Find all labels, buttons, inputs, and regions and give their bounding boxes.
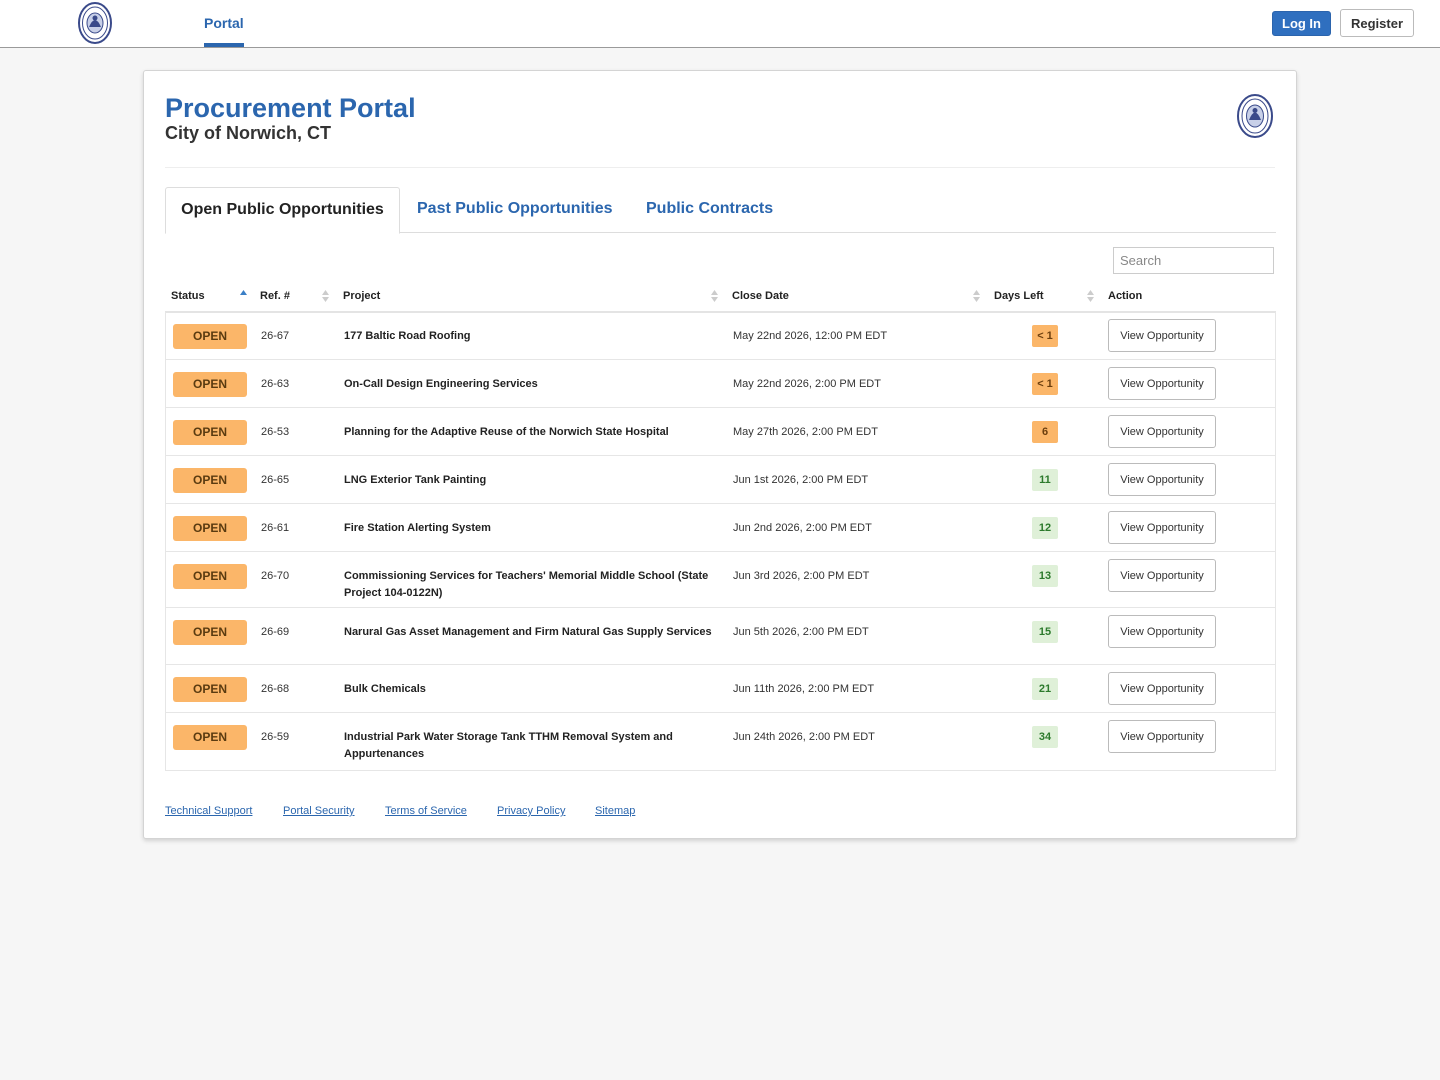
project-name: Bulk Chemicals [344,683,426,695]
status-badge: OPEN [173,564,247,589]
sort-arrows-icon[interactable] [711,289,718,303]
view-opportunity-button[interactable]: View Opportunity [1108,367,1216,400]
project-name: Industrial Park Water Storage Tank TTHM … [344,731,673,760]
column-header-days-left[interactable]: Days Left [994,281,1044,311]
ref-number: 26-61 [261,522,290,534]
ref-number: 26-59 [261,731,290,743]
search-input[interactable] [1113,247,1274,274]
opportunities-table: OPEN 26-67 177 Baltic Road Roofing May 2… [165,312,1276,771]
project-name: Planning for the Adaptive Reuse of the N… [344,426,669,438]
nav-portal-link[interactable]: Portal [204,0,244,47]
project-name: LNG Exterior Tank Painting [344,474,487,486]
days-left-badge: 13 [1032,565,1058,587]
table-row: OPEN 26-61 Fire Station Alerting System … [166,504,1275,552]
ref-number: 26-65 [261,474,290,486]
table-row: OPEN 26-70 Commissioning Services for Te… [166,552,1275,608]
portal-card: Procurement Portal City of Norwich, CT O… [143,70,1297,839]
ref-number: 26-69 [261,626,290,638]
project-name: Fire Station Alerting System [344,522,491,534]
close-date: Jun 11th 2026, 2:00 PM EDT [733,683,875,695]
column-header-status[interactable]: Status [171,281,205,311]
days-left-badge: 34 [1032,726,1058,748]
table-row: OPEN 26-67 177 Baltic Road Roofing May 2… [166,312,1275,360]
status-badge: OPEN [173,677,247,702]
status-badge: OPEN [173,516,247,541]
tab-past-public-opportunities[interactable]: Past Public Opportunities [417,187,613,232]
page-title: Procurement Portal [165,93,416,123]
footer-link-technical-support[interactable]: Technical Support [165,805,252,817]
table-row: OPEN 26-65 LNG Exterior Tank Painting Ju… [166,456,1275,504]
view-opportunity-button[interactable]: View Opportunity [1108,672,1216,705]
status-badge: OPEN [173,620,247,645]
opportunity-tabs: Open Public Opportunities Past Public Op… [165,187,1276,234]
days-left-badge: 12 [1032,517,1058,539]
project-name: Narural Gas Asset Management and Firm Na… [344,626,712,638]
footer-link-privacy-policy[interactable]: Privacy Policy [497,805,565,817]
status-badge: OPEN [173,324,247,349]
close-date: Jun 1st 2026, 2:00 PM EDT [733,474,869,486]
view-opportunity-button[interactable]: View Opportunity [1108,511,1216,544]
table-row: OPEN 26-68 Bulk Chemicals Jun 11th 2026,… [166,665,1275,713]
close-date: Jun 24th 2026, 2:00 PM EDT [733,731,875,743]
table-row: OPEN 26-59 Industrial Park Water Storage… [166,713,1275,769]
table-row: OPEN 26-53 Planning for the Adaptive Reu… [166,408,1275,456]
status-badge: OPEN [173,468,247,493]
status-badge: OPEN [173,420,247,445]
header-divider [165,167,1275,168]
table-header: Status Ref. # Project Close Date Days Le… [165,281,1276,313]
view-opportunity-button[interactable]: View Opportunity [1108,463,1216,496]
column-header-ref[interactable]: Ref. # [260,281,290,311]
close-date: Jun 3rd 2026, 2:00 PM EDT [733,570,870,582]
days-left-badge: 11 [1032,469,1058,491]
sort-asc-icon[interactable] [240,289,247,303]
column-header-close-date[interactable]: Close Date [732,281,789,311]
days-left-badge: 6 [1032,421,1058,443]
view-opportunity-button[interactable]: View Opportunity [1108,415,1216,448]
ref-number: 26-67 [261,330,290,342]
tab-open-public-opportunities[interactable]: Open Public Opportunities [165,187,400,234]
login-button[interactable]: Log In [1272,11,1331,36]
city-seal-icon[interactable] [77,1,113,45]
sort-arrows-icon[interactable] [973,289,980,303]
days-left-badge: < 1 [1032,325,1058,347]
status-badge: OPEN [173,372,247,397]
days-left-badge: < 1 [1032,373,1058,395]
view-opportunity-button[interactable]: View Opportunity [1108,720,1216,753]
close-date: May 22nd 2026, 12:00 PM EDT [733,330,888,342]
days-left-badge: 15 [1032,621,1058,643]
city-seal-icon [1237,94,1273,138]
footer-link-portal-security[interactable]: Portal Security [283,805,355,817]
ref-number: 26-63 [261,378,290,390]
register-button[interactable]: Register [1340,9,1414,37]
close-date: May 27th 2026, 2:00 PM EDT [733,426,878,438]
project-name: Commissioning Services for Teachers' Mem… [344,570,709,599]
column-header-action: Action [1108,290,1143,302]
days-left-badge: 21 [1032,678,1058,700]
column-header-project[interactable]: Project [343,281,380,311]
sort-arrows-icon[interactable] [322,289,329,303]
close-date: May 22nd 2026, 2:00 PM EDT [733,378,881,390]
ref-number: 26-53 [261,426,290,438]
footer-link-sitemap[interactable]: Sitemap [595,805,635,817]
ref-number: 26-70 [261,570,290,582]
view-opportunity-button[interactable]: View Opportunity [1108,319,1216,352]
status-badge: OPEN [173,725,247,750]
table-row: OPEN 26-63 On-Call Design Engineering Se… [166,360,1275,408]
footer-link-terms-of-service[interactable]: Terms of Service [385,805,467,817]
project-name: On-Call Design Engineering Services [344,378,538,390]
close-date: Jun 5th 2026, 2:00 PM EDT [733,626,869,638]
sort-arrows-icon[interactable] [1087,289,1094,303]
view-opportunity-button[interactable]: View Opportunity [1108,559,1216,592]
tab-public-contracts[interactable]: Public Contracts [646,187,773,232]
top-navbar: Portal Log In Register [0,0,1440,48]
project-name: 177 Baltic Road Roofing [344,330,471,342]
table-row: OPEN 26-69 Narural Gas Asset Management … [166,608,1275,665]
close-date: Jun 2nd 2026, 2:00 PM EDT [733,522,872,534]
page-subtitle: City of Norwich, CT [165,123,331,143]
ref-number: 26-68 [261,683,290,695]
view-opportunity-button[interactable]: View Opportunity [1108,615,1216,648]
